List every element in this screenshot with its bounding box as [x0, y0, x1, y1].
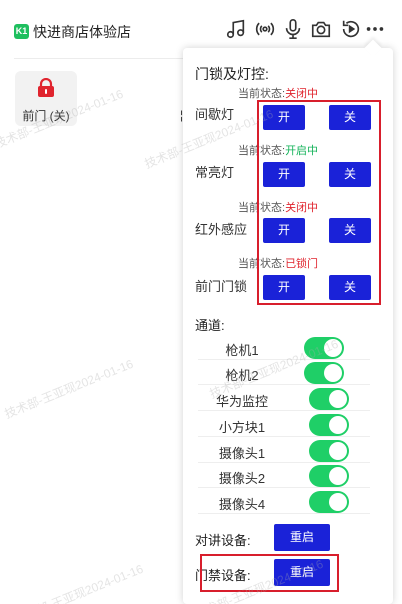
- channel-row: 摄像头2: [198, 463, 370, 488]
- status-line: 当前状态:关闭中: [238, 85, 318, 101]
- highlight-box: [200, 554, 339, 592]
- replay-icon[interactable]: [338, 15, 364, 43]
- control-name: 间歇灯: [195, 107, 235, 122]
- microphone-icon[interactable]: [280, 15, 306, 43]
- channel-row: 枪机1: [198, 335, 370, 360]
- channel-name: 华为监控: [215, 394, 268, 409]
- channel-name: 摄像头2: [218, 471, 266, 486]
- channel-row: 小方块1: [198, 412, 370, 437]
- channel-name: 摄像头1: [218, 446, 266, 461]
- music-icon[interactable]: [223, 15, 249, 43]
- intercom-restart-button[interactable]: 重启: [274, 524, 330, 551]
- channel-row: 华为监控: [198, 386, 370, 411]
- shop-name[interactable]: 快进商店体验店: [33, 22, 131, 42]
- broadcast-icon[interactable]: [252, 15, 278, 43]
- channel-toggle[interactable]: [309, 491, 349, 513]
- camera-icon[interactable]: [308, 15, 334, 43]
- channel-toggle[interactable]: [304, 337, 344, 359]
- channel-toggle[interactable]: [309, 388, 349, 410]
- device-label: 前门 (关): [22, 109, 70, 123]
- control-name: 前门门锁: [195, 279, 248, 294]
- more-icon[interactable]: [362, 15, 388, 43]
- channel-name: 摄像头4: [218, 497, 266, 512]
- channel-name: 枪机2: [225, 368, 259, 383]
- channel-toggle[interactable]: [304, 362, 344, 384]
- channel-name: 枪机1: [225, 343, 259, 358]
- channel-row: 枪机2: [198, 360, 370, 385]
- lock-icon: [38, 78, 54, 97]
- status-prefix: 当前状态:: [238, 88, 286, 100]
- control-name: 红外感应: [195, 222, 248, 237]
- intercom-label: 对讲设备:: [195, 533, 251, 548]
- shop-badge: K1: [14, 24, 29, 39]
- channel-row: 摄像头4: [198, 489, 370, 514]
- lock-light-title: 门锁及灯控:: [195, 66, 269, 82]
- channel-toggle[interactable]: [309, 465, 349, 487]
- channel-name: 小方块1: [218, 420, 266, 435]
- highlight-box: [257, 100, 381, 305]
- channel-toggle[interactable]: [309, 414, 349, 436]
- status-value: 关闭中: [285, 88, 319, 100]
- control-name: 常亮灯: [195, 165, 235, 180]
- channel-row: 摄像头1: [198, 438, 370, 463]
- channels-title: 通道:: [195, 318, 225, 333]
- channel-toggle[interactable]: [309, 440, 349, 462]
